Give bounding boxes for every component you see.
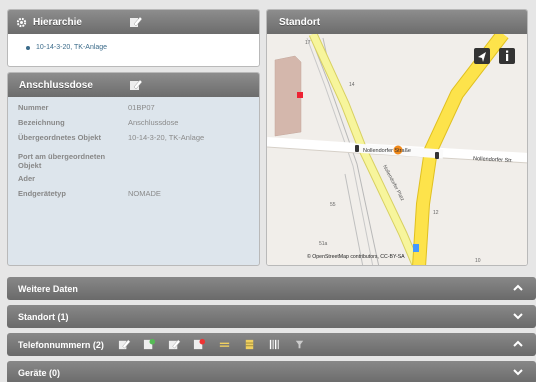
section-standort[interactable]: Standort (1) — [7, 305, 536, 328]
field-row: Nummer 01BP07 — [8, 103, 259, 118]
house-number: 14 — [349, 82, 355, 88]
section-label: Telefonnummern (2) — [18, 339, 104, 350]
field-label: Nummer — [18, 103, 49, 112]
hierarchy-item-link[interactable]: 10-14-3-20, TK-Anlage — [36, 44, 107, 51]
field-row: Port am übergeordneten Objekt — [8, 152, 259, 174]
chevron-down-icon[interactable] — [512, 310, 524, 322]
delete-icon[interactable] — [193, 338, 206, 351]
list-icon[interactable] — [243, 338, 256, 351]
map-view[interactable]: 17 14 55 12 51a 10 Nollendorfer Straße N… — [267, 34, 528, 266]
chevron-down-icon[interactable] — [512, 366, 524, 378]
house-number: 51a — [319, 241, 328, 247]
field-label: Bezeichnung — [18, 118, 65, 127]
minus-icon[interactable] — [218, 338, 231, 351]
socket-header: Anschlussdose — [8, 73, 259, 97]
edit-icon[interactable] — [129, 78, 143, 92]
hospital-marker-icon — [297, 92, 303, 98]
info-icon[interactable] — [499, 48, 515, 64]
filter-icon[interactable] — [293, 338, 306, 351]
field-value: 01BP07 — [128, 103, 155, 112]
hierarchy-title: Hierarchie — [33, 16, 82, 28]
house-number: 12 — [433, 210, 439, 216]
section-label: Standort (1) — [18, 311, 69, 322]
field-row: Endgerätetyp NOMADE — [8, 189, 259, 201]
section-telefonnummern[interactable]: Telefonnummern (2) — [7, 333, 536, 356]
add-icon[interactable] — [143, 338, 156, 351]
house-number: 17 — [305, 40, 311, 46]
locate-arrow-icon[interactable] — [474, 48, 490, 64]
hierarchy-header: Hierarchie — [8, 10, 259, 34]
edit-hierarchy-icon[interactable] — [129, 15, 143, 29]
bullet-icon — [26, 45, 30, 50]
section-label: Geräte (0) — [18, 367, 61, 378]
section-label: Weitere Daten — [18, 283, 78, 294]
socket-title: Anschlussdose — [19, 79, 93, 91]
location-title: Standort — [279, 16, 321, 28]
field-row: Bezeichnung Anschlussdose — [8, 118, 259, 133]
socket-panel: Anschlussdose Nummer 01BP07 Bezeichnung … — [7, 72, 260, 266]
traffic-light-icon — [355, 145, 359, 152]
chevron-up-icon[interactable] — [512, 338, 524, 350]
location-header: Standort — [267, 10, 527, 34]
field-label: Port am übergeordneten Objekt — [18, 152, 106, 170]
field-value: Anschlussdose — [128, 118, 179, 127]
hierarchy-panel: Hierarchie 10-14-3-20, TK-Anlage — [7, 9, 260, 67]
field-value: 10-14-3-20, TK-Anlage — [128, 133, 205, 142]
telefon-toolbar — [118, 338, 306, 351]
barcode-icon[interactable] — [268, 338, 281, 351]
chevron-up-icon[interactable] — [512, 282, 524, 294]
field-label: Übergeordnetes Objekt — [18, 133, 101, 142]
field-label: Ader — [18, 174, 36, 183]
street-label: Nollendorfer Straße — [363, 148, 411, 154]
gear-icon — [16, 17, 27, 27]
field-row: Übergeordnetes Objekt 10-14-3-20, TK-Anl… — [8, 133, 259, 152]
map-attribution[interactable]: © OpenStreetMap contributors, CC-BY-SA — [307, 253, 405, 260]
house-number: 55 — [330, 202, 336, 208]
section-geraete[interactable]: Geräte (0) — [7, 361, 536, 382]
traffic-light-icon — [435, 152, 439, 159]
edit-icon[interactable] — [168, 338, 181, 351]
field-label: Endgerätetyp — [18, 189, 66, 198]
location-panel: Standort 17 14 55 12 51a 10 Nollendorfer — [266, 9, 528, 266]
field-value: NOMADE — [128, 189, 161, 198]
hierarchy-list: 10-14-3-20, TK-Anlage — [8, 34, 259, 61]
field-row: Ader — [8, 174, 259, 189]
transit-icon — [413, 244, 419, 252]
section-weitere-daten[interactable]: Weitere Daten — [7, 277, 536, 300]
edit-link-icon[interactable] — [118, 338, 131, 351]
house-number: 10 — [475, 258, 481, 264]
